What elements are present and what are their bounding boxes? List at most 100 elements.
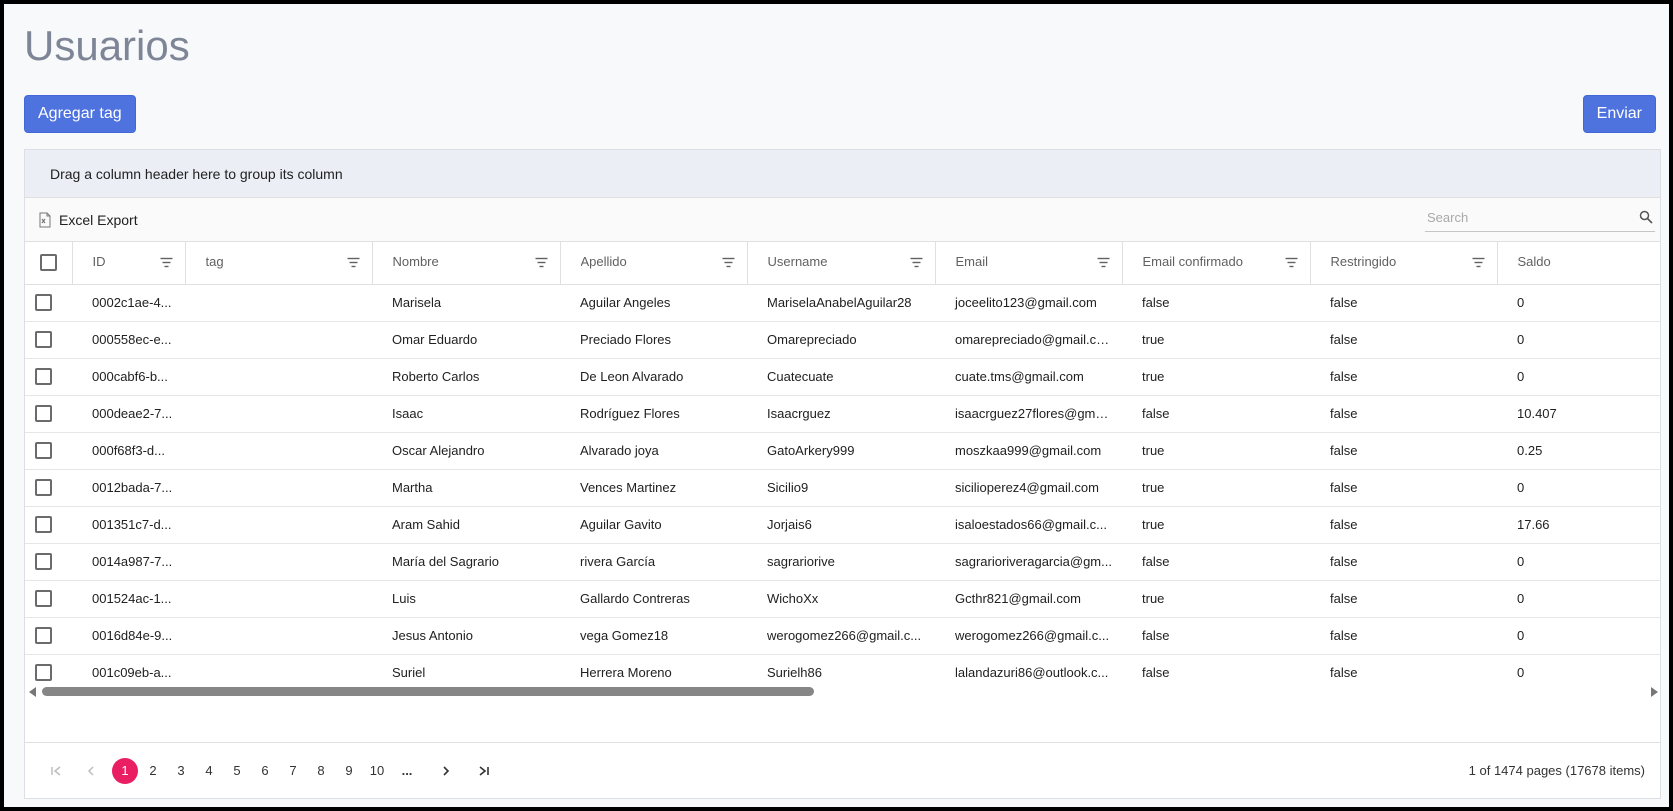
page-button-7[interactable]: 7	[280, 758, 306, 784]
table-row[interactable]: 001351c7-d... Aram Sahid Aguilar Gavito Jor…	[25, 506, 1660, 544]
column-header-id[interactable]: ID	[72, 242, 186, 285]
search-icon[interactable]	[1639, 210, 1653, 224]
cell-nombre: Oscar Alejandro	[372, 432, 560, 470]
scroll-right-arrow-icon[interactable]	[1651, 687, 1658, 697]
group-panel[interactable]: Drag a column header here to group its c…	[25, 150, 1660, 198]
cell-apellido: De Leon Alvarado	[560, 358, 747, 396]
table-row[interactable]: 000f68f3-d... Oscar Alejandro Alvarado joy…	[25, 432, 1660, 470]
row-checkbox[interactable]	[35, 664, 52, 682]
table-row[interactable]: 000558ec-e... Omar Eduardo Preciado Flores…	[25, 321, 1660, 359]
table-viewport[interactable]: ID tag Nombre Apellido Username Email Email co…	[25, 242, 1660, 700]
prev-page-button[interactable]	[78, 758, 104, 784]
column-header-nombre[interactable]: Nombre	[372, 242, 561, 285]
row-checkbox[interactable]	[35, 627, 52, 645]
filter-icon[interactable]	[910, 257, 923, 268]
table-row[interactable]: 0016d84e-9... Jesus Antonio vega Gomez18 we…	[25, 617, 1660, 655]
page-button-10[interactable]: 10	[364, 758, 390, 784]
column-header-email-confirmado[interactable]: Email confirmado	[1122, 242, 1311, 285]
cell-username: GatoArkery999	[747, 432, 935, 470]
row-checkbox[interactable]	[35, 442, 52, 460]
horizontal-scrollbar[interactable]	[25, 684, 1660, 700]
cell-username: MariselaAnabelAguilar28	[747, 284, 935, 322]
filter-icon[interactable]	[347, 257, 360, 268]
column-header-label: tag	[205, 253, 224, 269]
filter-icon[interactable]	[1097, 257, 1110, 268]
row-checkbox[interactable]	[35, 331, 52, 349]
table-row[interactable]: 0012bada-7... Martha Vences Martinez Sicili…	[25, 469, 1660, 507]
column-header-tag[interactable]: tag	[185, 242, 373, 285]
table-row[interactable]: 000deae2-7... Isaac Rodríguez Flores Isaacr…	[25, 395, 1660, 433]
filter-icon[interactable]	[160, 257, 173, 268]
page-button-6[interactable]: 6	[252, 758, 278, 784]
cell-email: sicilioperez4@gmail.com	[935, 469, 1122, 507]
column-header-label: Username	[767, 253, 828, 269]
next-page-button[interactable]	[433, 758, 459, 784]
cell-nombre: Martha	[372, 469, 560, 507]
column-header-label: ID	[92, 253, 106, 269]
cell-saldo: 0.25	[1497, 432, 1660, 470]
row-checkbox[interactable]	[35, 405, 52, 423]
select-all-checkbox[interactable]	[39, 254, 57, 272]
cell-email: joceelito123@gmail.com	[935, 284, 1122, 322]
page-button-1[interactable]: 1	[112, 758, 138, 784]
row-checkbox[interactable]	[35, 590, 52, 608]
row-checkbox[interactable]	[35, 294, 52, 312]
column-header-apellido[interactable]: Apellido	[560, 242, 748, 285]
page-button-8[interactable]: 8	[308, 758, 334, 784]
row-select-cell	[25, 321, 72, 359]
row-select-cell	[25, 395, 72, 433]
scroll-left-arrow-icon[interactable]	[29, 687, 36, 697]
column-header-username[interactable]: Username	[747, 242, 936, 285]
page-button-2[interactable]: 2	[140, 758, 166, 784]
page-button-3[interactable]: 3	[168, 758, 194, 784]
row-checkbox[interactable]	[35, 553, 52, 571]
row-checkbox[interactable]	[35, 479, 52, 497]
add-tag-button[interactable]: Agregar tag	[24, 95, 136, 133]
table-row[interactable]: 0014a987-7... María del Sagrario rivera Ga…	[25, 543, 1660, 581]
page-title: Usuarios	[24, 22, 190, 69]
excel-export-button[interactable]: Excel Export	[37, 207, 138, 233]
row-checkbox[interactable]	[35, 516, 52, 534]
page-ellipsis-button[interactable]: ...	[394, 758, 420, 784]
column-header-email[interactable]: Email	[935, 242, 1123, 285]
grid-toolbar: Excel Export	[25, 198, 1660, 242]
filter-icon[interactable]	[535, 257, 548, 268]
column-header-restringido[interactable]: Restringido	[1310, 242, 1498, 285]
cell-id: 0016d84e-9...	[72, 617, 185, 655]
row-checkbox[interactable]	[35, 368, 52, 386]
row-select-cell	[25, 580, 72, 618]
pager: 1 of 1474 pages (17678 items) 1234567891…	[25, 742, 1660, 798]
row-select-cell	[25, 543, 72, 581]
table-row[interactable]: 0002c1ae-4... Marisela Aguilar Angeles Mari…	[25, 284, 1660, 322]
cell-saldo: 0	[1497, 358, 1660, 396]
cell-tag	[185, 358, 372, 396]
filter-icon[interactable]	[1472, 257, 1485, 268]
page-button-4[interactable]: 4	[196, 758, 222, 784]
row-select-cell	[25, 506, 72, 544]
cell-saldo: 0	[1497, 543, 1660, 581]
filter-icon[interactable]	[722, 257, 735, 268]
cell-tag	[185, 395, 372, 433]
table-row[interactable]: 000cabf6-b... Roberto Carlos De Leon Alvar…	[25, 358, 1660, 396]
cell-email: omarepreciado@gmail.co...	[935, 321, 1122, 359]
table-row[interactable]: 001524ac-1... Luis Gallardo Contreras Wicho…	[25, 580, 1660, 618]
last-page-button[interactable]	[471, 758, 497, 784]
cell-id: 0012bada-7...	[72, 469, 185, 507]
page-button-9[interactable]: 9	[336, 758, 362, 784]
next-page-icon	[443, 766, 450, 776]
column-header-saldo[interactable]: Saldo	[1497, 242, 1660, 285]
cell-username: WichoXx	[747, 580, 935, 618]
pager-info: 1 of 1474 pages (17678 items)	[1468, 763, 1645, 778]
users-table: ID tag Nombre Apellido Username Email Email co…	[25, 242, 1660, 700]
filter-icon[interactable]	[1285, 257, 1298, 268]
cell-apellido: rivera García	[560, 543, 747, 581]
first-page-button[interactable]	[43, 758, 69, 784]
scrollbar-thumb[interactable]	[42, 687, 814, 696]
page-button-5[interactable]: 5	[224, 758, 250, 784]
search-input[interactable]	[1425, 204, 1625, 230]
cell-username: Isaacrguez	[747, 395, 935, 433]
send-button[interactable]: Enviar	[1582, 95, 1656, 133]
cell-saldo: 10.407	[1497, 395, 1660, 433]
cell-restringido: false	[1310, 432, 1497, 470]
cell-restringido: false	[1310, 358, 1497, 396]
